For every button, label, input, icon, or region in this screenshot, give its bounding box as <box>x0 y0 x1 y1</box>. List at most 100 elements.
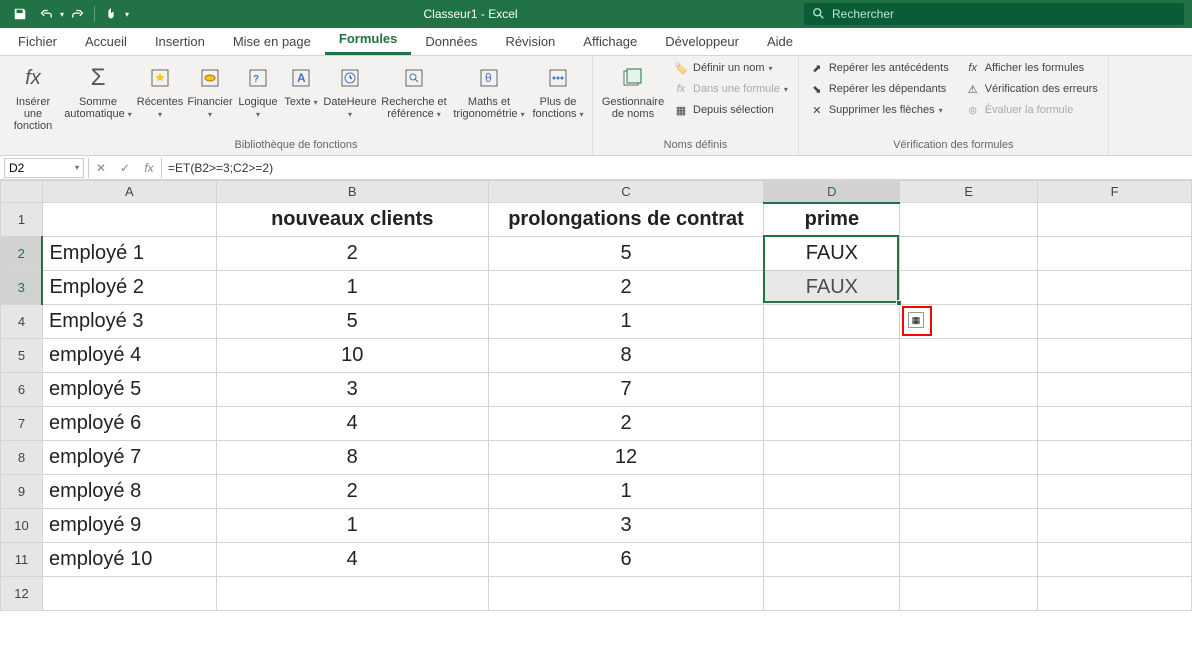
select-all-corner[interactable] <box>1 181 43 203</box>
cell-C6[interactable]: 7 <box>488 373 764 407</box>
cell-A8[interactable]: employé 7 <box>42 441 216 475</box>
row-header-12[interactable]: 12 <box>1 577 43 611</box>
tab-view[interactable]: Affichage <box>569 28 651 55</box>
cell-A2[interactable]: Employé 1 <box>42 237 216 271</box>
financial-button[interactable]: Financier ▾ <box>186 58 234 120</box>
tab-insert[interactable]: Insertion <box>141 28 219 55</box>
cell-F11[interactable] <box>1038 543 1192 577</box>
recent-button[interactable]: Récentes ▾ <box>136 58 184 120</box>
cell-F2[interactable] <box>1038 237 1192 271</box>
cell-F3[interactable] <box>1038 271 1192 305</box>
cell-A3[interactable]: Employé 2 <box>42 271 216 305</box>
logical-button[interactable]: ? Logique ▾ <box>236 58 280 120</box>
cell-C10[interactable]: 3 <box>488 509 764 543</box>
cell-B8[interactable]: 8 <box>216 441 488 475</box>
trace-dependents-button[interactable]: ⬊Repérer les dépendants <box>805 79 953 99</box>
cell-A4[interactable]: Employé 3 <box>42 305 216 339</box>
cancel-formula-button[interactable]: ✕ <box>89 161 113 175</box>
row-header-8[interactable]: 8 <box>1 441 43 475</box>
cell-B4[interactable]: 5 <box>216 305 488 339</box>
cell-F12[interactable] <box>1038 577 1192 611</box>
cell-F9[interactable] <box>1038 475 1192 509</box>
cell-C8[interactable]: 12 <box>488 441 764 475</box>
tab-home[interactable]: Accueil <box>71 28 141 55</box>
math-button[interactable]: θ Maths et trigonométrie ▾ <box>450 58 528 120</box>
undo-icon[interactable] <box>34 2 58 26</box>
cell-A7[interactable]: employé 6 <box>42 407 216 441</box>
text-button[interactable]: A Texte ▾ <box>282 58 320 108</box>
cell-F10[interactable] <box>1038 509 1192 543</box>
spreadsheet-grid[interactable]: ABCDEF1nouveaux clientsprolongations de … <box>0 180 1192 611</box>
cell-F7[interactable] <box>1038 407 1192 441</box>
cell-B1[interactable]: nouveaux clients <box>216 203 488 237</box>
tab-formulas[interactable]: Formules <box>325 25 412 55</box>
cell-E10[interactable] <box>900 509 1038 543</box>
cell-B3[interactable]: 1 <box>216 271 488 305</box>
row-header-9[interactable]: 9 <box>1 475 43 509</box>
col-header-F[interactable]: F <box>1038 181 1192 203</box>
col-header-A[interactable]: A <box>42 181 216 203</box>
cell-F8[interactable] <box>1038 441 1192 475</box>
cell-A10[interactable]: employé 9 <box>42 509 216 543</box>
cell-C12[interactable] <box>488 577 764 611</box>
remove-arrows-button[interactable]: ✕Supprimer les flèches ▾ <box>805 100 953 120</box>
cell-A6[interactable]: employé 5 <box>42 373 216 407</box>
cell-B12[interactable] <box>216 577 488 611</box>
cell-C5[interactable]: 8 <box>488 339 764 373</box>
cell-A12[interactable] <box>42 577 216 611</box>
cell-F4[interactable] <box>1038 305 1192 339</box>
cell-F1[interactable] <box>1038 203 1192 237</box>
cell-F6[interactable] <box>1038 373 1192 407</box>
row-header-7[interactable]: 7 <box>1 407 43 441</box>
qat-customize-dropdown[interactable]: ▾ <box>125 10 129 19</box>
cell-D4[interactable] <box>764 305 900 339</box>
cell-E11[interactable] <box>900 543 1038 577</box>
cell-D12[interactable] <box>764 577 900 611</box>
col-header-C[interactable]: C <box>488 181 764 203</box>
cell-D5[interactable] <box>764 339 900 373</box>
cell-B9[interactable]: 2 <box>216 475 488 509</box>
autofill-options-button[interactable]: ▦ <box>908 312 924 328</box>
name-box-dropdown[interactable]: ▾ <box>75 163 79 172</box>
cell-E8[interactable] <box>900 441 1038 475</box>
cell-E2[interactable] <box>900 237 1038 271</box>
name-manager-button[interactable]: Gestionnaire de noms <box>599 58 667 120</box>
col-header-D[interactable]: D <box>764 181 900 203</box>
tab-data[interactable]: Données <box>411 28 491 55</box>
cell-A9[interactable]: employé 8 <box>42 475 216 509</box>
cell-B10[interactable]: 1 <box>216 509 488 543</box>
cell-C7[interactable]: 2 <box>488 407 764 441</box>
tab-layout[interactable]: Mise en page <box>219 28 325 55</box>
confirm-formula-button[interactable]: ✓ <box>113 161 137 175</box>
formula-input[interactable]: =ET(B2>=3;C2>=2) <box>162 158 1192 178</box>
cell-E3[interactable] <box>900 271 1038 305</box>
create-from-selection-button[interactable]: ▦Depuis sélection <box>669 100 792 120</box>
insert-function-button[interactable]: fx Insérer une fonction <box>6 58 60 132</box>
row-header-2[interactable]: 2 <box>1 237 43 271</box>
cell-D2[interactable]: FAUX <box>764 237 900 271</box>
cell-D8[interactable] <box>764 441 900 475</box>
cell-C9[interactable]: 1 <box>488 475 764 509</box>
row-header-5[interactable]: 5 <box>1 339 43 373</box>
cell-D6[interactable] <box>764 373 900 407</box>
cell-E9[interactable] <box>900 475 1038 509</box>
trace-precedents-button[interactable]: ⬈Repérer les antécédents <box>805 58 953 78</box>
cell-E6[interactable] <box>900 373 1038 407</box>
cell-D11[interactable] <box>764 543 900 577</box>
row-header-10[interactable]: 10 <box>1 509 43 543</box>
cell-D9[interactable] <box>764 475 900 509</box>
cell-B2[interactable]: 2 <box>216 237 488 271</box>
row-header-11[interactable]: 11 <box>1 543 43 577</box>
row-header-1[interactable]: 1 <box>1 203 43 237</box>
undo-dropdown[interactable]: ▾ <box>60 10 64 19</box>
cell-B5[interactable]: 10 <box>216 339 488 373</box>
cell-E1[interactable] <box>900 203 1038 237</box>
cell-C4[interactable]: 1 <box>488 305 764 339</box>
cell-B7[interactable]: 4 <box>216 407 488 441</box>
cell-A1[interactable] <box>42 203 216 237</box>
cell-D1[interactable]: prime <box>764 203 900 237</box>
cell-A5[interactable]: employé 4 <box>42 339 216 373</box>
tab-review[interactable]: Révision <box>491 28 569 55</box>
cell-D10[interactable] <box>764 509 900 543</box>
col-header-B[interactable]: B <box>216 181 488 203</box>
